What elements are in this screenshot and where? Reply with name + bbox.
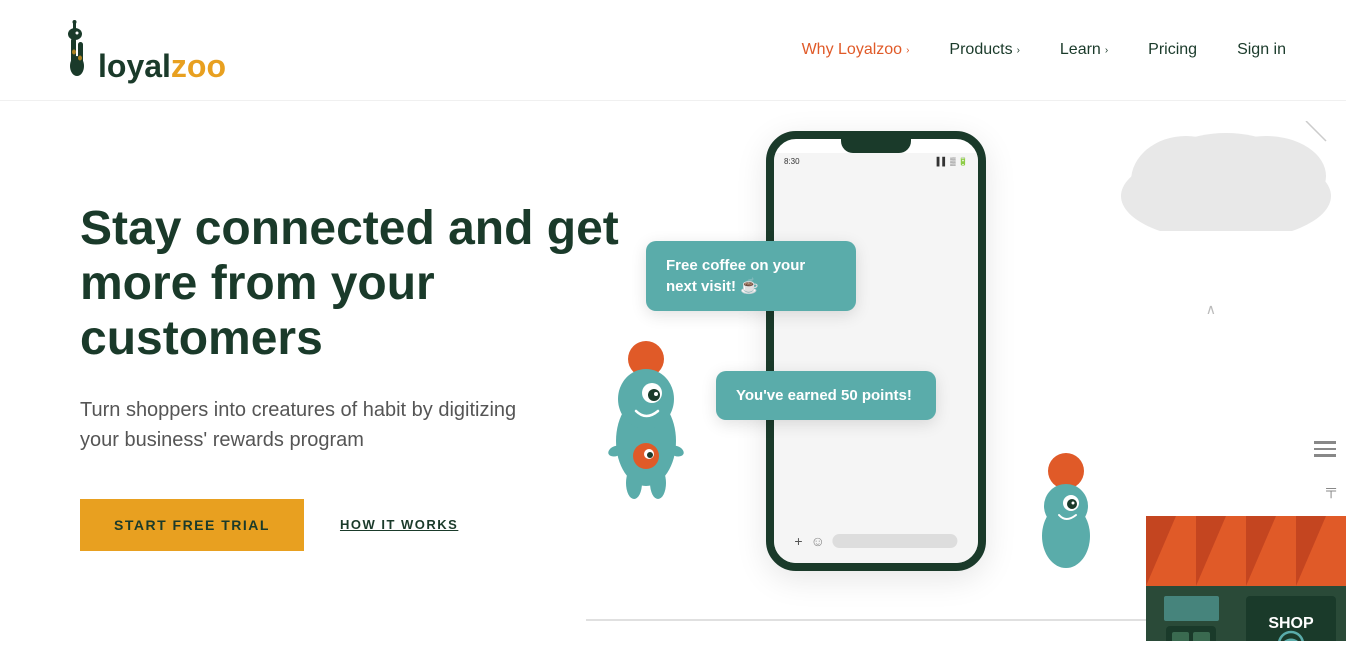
how-it-works-button[interactable]: HOW IT WORKS	[340, 517, 458, 532]
logo-zoo-text: zoo	[171, 50, 226, 82]
hero-title: Stay connected and get more from your cu…	[80, 201, 640, 367]
hero-illustration: ∧ 8:30 ▌▌ ▒ 🔋 + ☺ Free coffee on your ne…	[586, 101, 1346, 641]
logo: loyalzoo	[60, 18, 226, 82]
chevron-icon-learn: ›	[1105, 45, 1108, 56]
phone-plus-icon: +	[794, 533, 802, 549]
monster-small-illustration	[1026, 451, 1106, 576]
bubble-2-text: You've earned 50 points!	[736, 387, 912, 404]
notification-bubble-1: Free coffee on your next visit! ☕	[646, 241, 856, 311]
cloud-illustration	[1116, 121, 1336, 236]
arrow-decoration: ╤	[1326, 481, 1336, 497]
giraffe-icon	[60, 18, 94, 78]
bird-illustration: ∧	[1206, 301, 1216, 318]
phone-icons: ▌▌ ▒ 🔋	[937, 157, 968, 166]
phone-screen: 8:30 ▌▌ ▒ 🔋	[774, 153, 978, 563]
header: loyalzoo Why Loyalzoo › Products › Learn…	[0, 0, 1346, 101]
nav-item-why-loyalzoo[interactable]: Why Loyalzoo ›	[802, 41, 910, 59]
phone-input-bar	[833, 534, 958, 548]
phone-illustration: 8:30 ▌▌ ▒ 🔋 + ☺	[766, 131, 986, 571]
chevron-icon-products: ›	[1017, 45, 1020, 56]
nav-item-pricing[interactable]: Pricing	[1148, 41, 1197, 59]
notification-bubble-2: You've earned 50 points!	[716, 371, 936, 420]
svg-text:SHOP: SHOP	[1268, 615, 1314, 632]
main-nav: Why Loyalzoo › Products › Learn › Pricin…	[802, 41, 1286, 59]
phone-time: 8:30	[784, 157, 800, 166]
nav-label-why-loyalzoo: Why Loyalzoo	[802, 41, 903, 59]
bubble-1-text: Free coffee on your next visit! ☕	[666, 257, 805, 295]
hero-subtitle: Turn shoppers into creatures of habit by…	[80, 395, 560, 455]
phone-notch	[841, 139, 911, 153]
nav-label-pricing: Pricing	[1148, 41, 1197, 59]
logo-loyal-text: loyal	[98, 50, 171, 82]
nav-label-products: Products	[949, 41, 1012, 59]
decorative-lines	[1314, 441, 1336, 457]
start-free-trial-button[interactable]: START FREE TRIAL	[80, 499, 304, 551]
monster-big-illustration	[596, 341, 696, 526]
hero-section: Stay connected and get more from your cu…	[0, 101, 1346, 641]
nav-item-signin[interactable]: Sign in	[1237, 41, 1286, 59]
shop-illustration: SHOP	[1146, 516, 1346, 641]
cta-buttons: START FREE TRIAL HOW IT WORKS	[80, 499, 640, 551]
phone-bottom-bar: + ☺	[794, 531, 957, 551]
nav-item-products[interactable]: Products ›	[949, 41, 1019, 59]
chevron-icon-why: ›	[906, 45, 909, 56]
phone-status-bar: 8:30 ▌▌ ▒ 🔋	[774, 153, 978, 170]
nav-label-learn: Learn	[1060, 41, 1101, 59]
hero-text-block: Stay connected and get more from your cu…	[80, 161, 640, 551]
nav-label-signin: Sign in	[1237, 41, 1286, 59]
phone-smiley-icon: ☺	[811, 533, 825, 549]
nav-item-learn[interactable]: Learn ›	[1060, 41, 1108, 59]
